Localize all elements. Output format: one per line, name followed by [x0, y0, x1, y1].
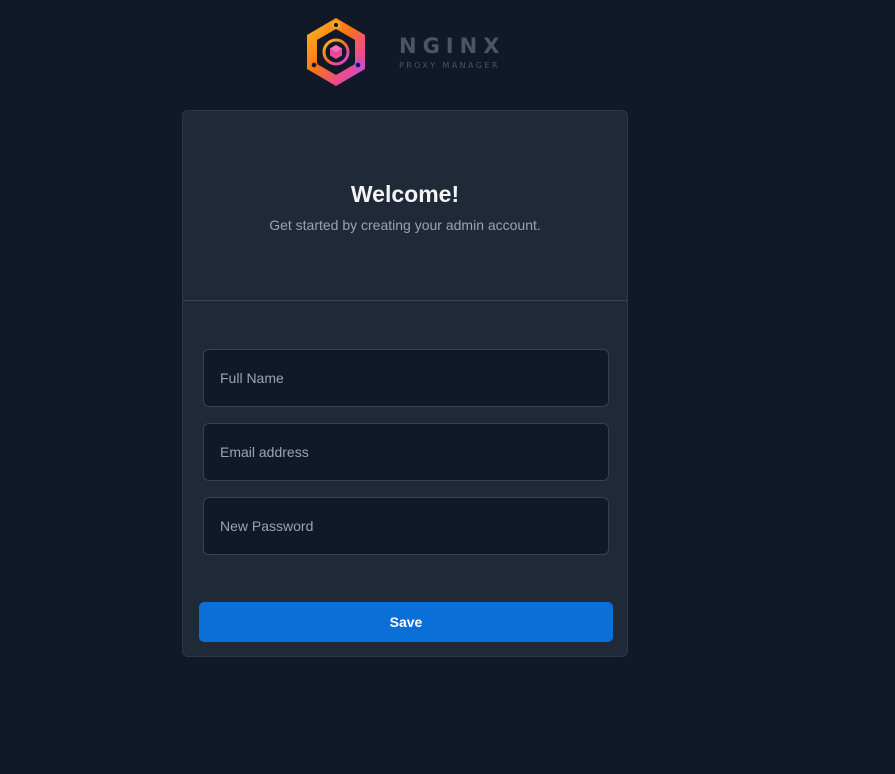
brand-header: NGINX PROXY MANAGER — [305, 17, 515, 87]
page-subtitle: Get started by creating your admin accou… — [269, 217, 541, 233]
email-input[interactable] — [220, 444, 592, 460]
card-header: Welcome! Get started by creating your ad… — [183, 111, 627, 301]
password-field[interactable] — [203, 497, 609, 555]
setup-card: Welcome! Get started by creating your ad… — [182, 110, 628, 657]
brand-text: NGINX PROXY MANAGER — [399, 33, 505, 71]
brand-subtitle: PROXY MANAGER — [399, 61, 500, 70]
full-name-input[interactable] — [220, 370, 592, 386]
full-name-field[interactable] — [203, 349, 609, 407]
save-button[interactable]: Save — [199, 602, 613, 642]
page: NGINX PROXY MANAGER Welcome! Get started… — [0, 0, 895, 774]
page-title: Welcome! — [350, 181, 460, 207]
email-field[interactable] — [203, 423, 609, 481]
nginx-proxy-manager-logo-icon — [307, 18, 365, 86]
password-input[interactable] — [220, 518, 592, 534]
brand-name: NGINX — [399, 34, 506, 58]
